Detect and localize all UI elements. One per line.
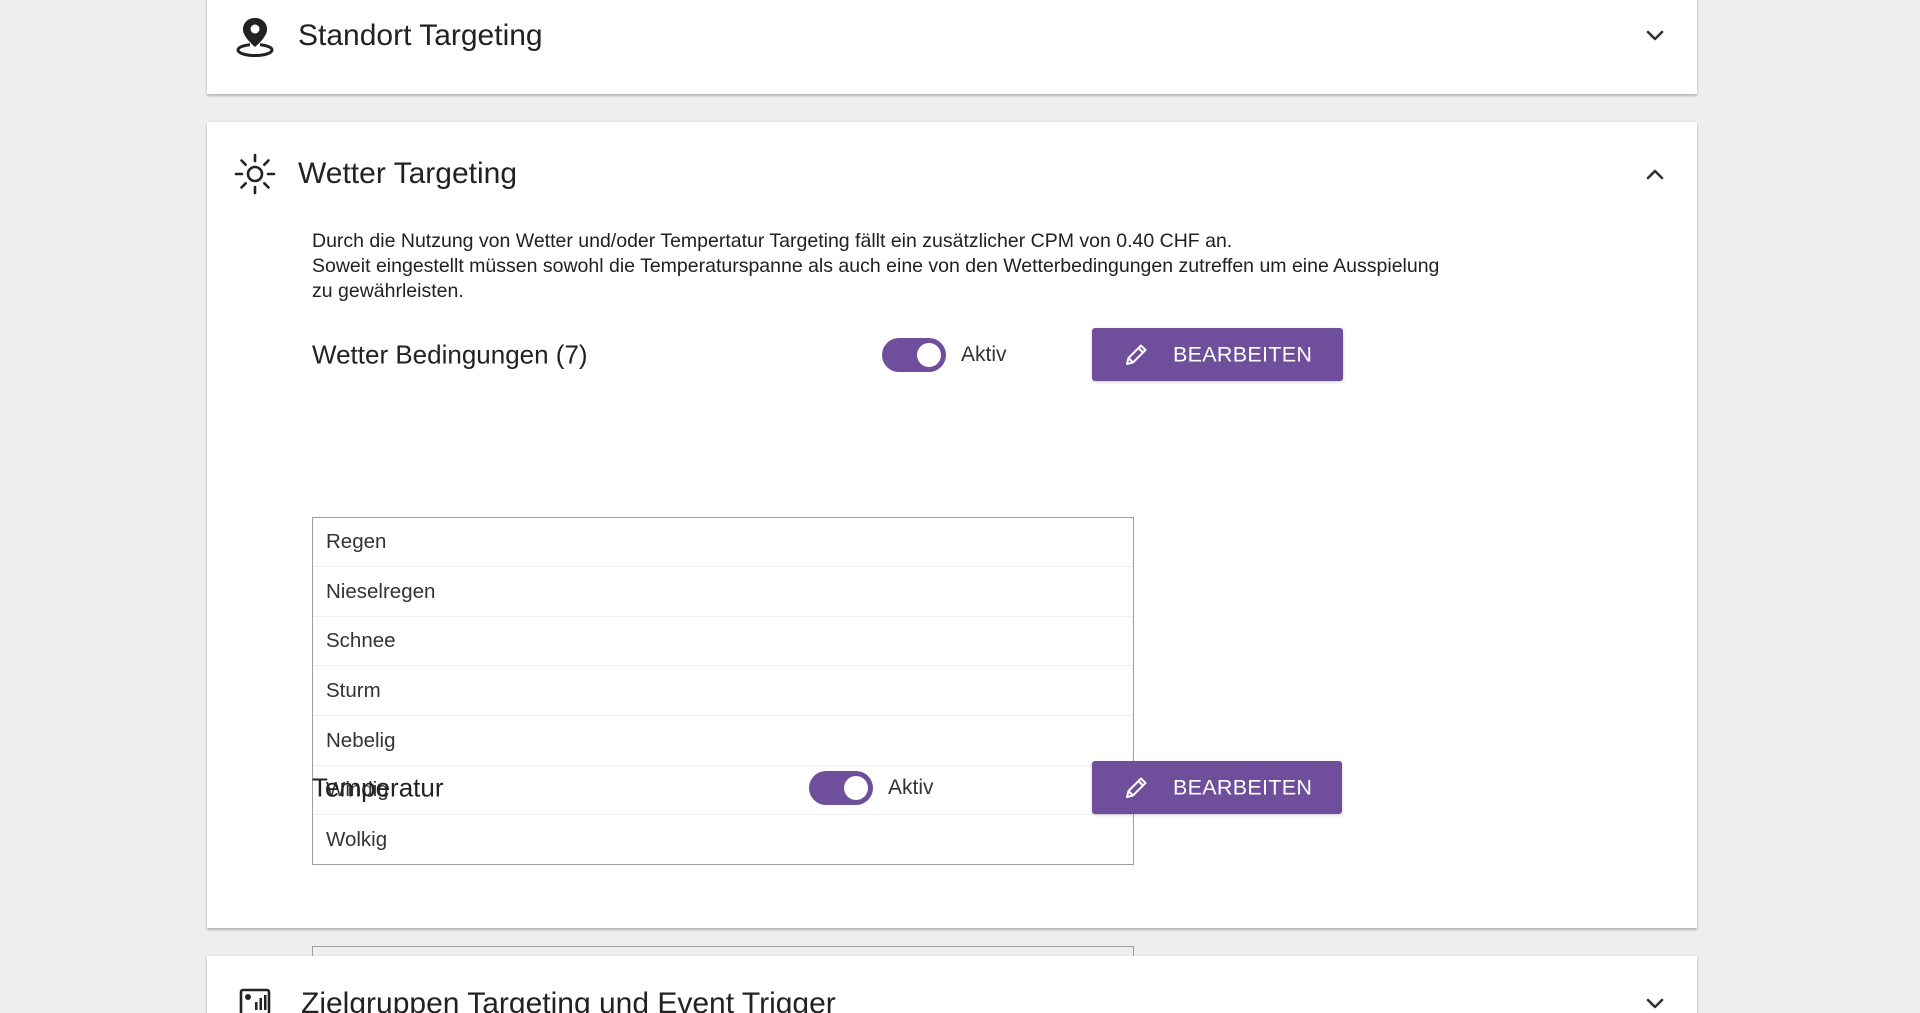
sun-icon [233,152,277,196]
panel-header-audience[interactable]: Zielgruppen Targeting und Event Trigger [207,974,1697,1013]
edit-temperature-button[interactable]: BEARBEITEN [1092,761,1342,814]
info-line: Soweit eingestellt müssen sowohl die Tem… [312,255,1440,277]
chevron-down-icon[interactable] [1643,992,1667,1013]
weather-info-text: Durch die Nutzung von Wetter und/oder Te… [312,229,1602,304]
info-line: zu gewährleisten. [312,280,464,302]
chevron-up-icon[interactable] [1643,162,1667,186]
panel-title: Zielgruppen Targeting und Event Trigger [301,987,836,1013]
panel-header-location[interactable]: Standort Targeting [207,6,1697,66]
list-item: Nieselregen [313,568,1133,617]
panel-header-weather[interactable]: Wetter Targeting [207,144,1697,204]
panel-title: Standort Targeting [298,19,543,52]
panel-weather-targeting: Wetter Targeting Durch die Nutzung von W… [207,122,1697,997]
panel-title: Wetter Targeting [298,157,518,190]
page: Standort Targeting Wetter Targeting Durc… [0,0,1920,1013]
weather-conditions-row: Wetter Bedingungen (7) Aktiv BEARBEITEN [312,328,1343,382]
temperature-row: Temperatur Aktiv BEARBEITEN [312,761,1342,815]
pencil-icon [1126,777,1147,798]
info-line: Durch die Nutzung von Wetter und/oder Te… [312,230,1233,252]
weather-conditions-toggle[interactable] [882,338,946,372]
button-label: BEARBEITEN [1173,775,1313,799]
chevron-down-icon[interactable] [1643,24,1667,48]
list-item: Schnee [313,617,1133,666]
list-item: Sturm [313,667,1133,716]
list-item: Nebelig [313,717,1133,766]
temperature-label: Temperatur [312,772,444,803]
list-item: Regen [313,518,1133,567]
edit-weather-conditions-button[interactable]: BEARBEITEN [1092,328,1343,381]
list-item: Wolkig [326,827,388,851]
panel-location-targeting: Standort Targeting [207,0,1697,94]
weather-conditions-toggle-label: Aktiv [961,343,1007,366]
weather-conditions-label: Wetter Bedingungen (7) [312,339,588,370]
audience-chart-icon [233,982,277,1013]
toggle-knob [917,343,941,367]
location-pin-icon [233,14,277,58]
temperature-toggle-label: Aktiv [888,776,934,799]
button-label: BEARBEITEN [1173,342,1313,366]
panel-audience-targeting: Zielgruppen Targeting und Event Trigger [207,956,1697,1013]
toggle-knob [844,776,868,800]
pencil-icon [1126,344,1147,365]
temperature-toggle[interactable] [809,771,873,805]
